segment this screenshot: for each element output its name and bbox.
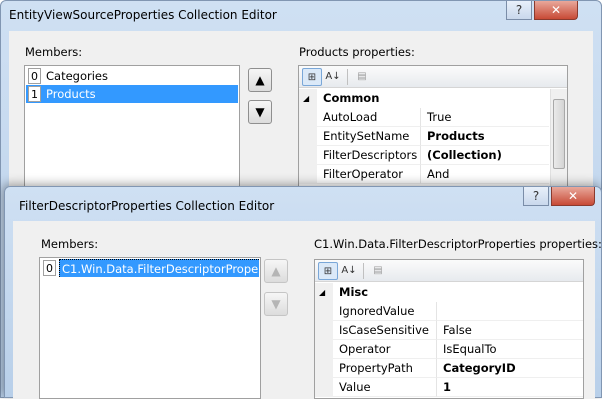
item-label: Categories <box>46 69 108 83</box>
item-index: 0 <box>28 68 41 84</box>
alphabetical-icon[interactable]: A↓ <box>339 262 359 280</box>
property-grid-toolbar: ⊞ A↓ ▤ <box>315 260 583 282</box>
members-label: Members: <box>25 45 83 59</box>
category-row[interactable]: ◢ Common <box>299 89 549 108</box>
categorized-icon[interactable]: ⊞ <box>302 68 322 86</box>
item-label: Products <box>46 87 96 101</box>
move-down-button[interactable]: ▼ <box>264 292 288 316</box>
property-name: FilterDescriptors <box>317 146 421 165</box>
list-item-selected[interactable]: 1 Products <box>26 85 238 103</box>
filter-descriptor-editor-window: FilterDescriptorProperties Collection Ed… <box>4 186 602 399</box>
alphabetical-icon[interactable]: A↓ <box>323 68 343 86</box>
property-value[interactable] <box>437 302 583 321</box>
help-button[interactable]: ? <box>506 1 532 20</box>
property-pages-icon[interactable]: ▤ <box>368 262 388 280</box>
property-row[interactable]: FilterDescriptors (Collection) <box>299 146 549 165</box>
category-label: Misc <box>339 285 369 299</box>
property-row[interactable]: AutoLoad True <box>299 108 549 127</box>
list-item[interactable]: 0 Categories <box>26 67 238 85</box>
property-row[interactable]: IsCaseSensitive False <box>315 321 583 340</box>
row-margin <box>299 127 317 146</box>
property-name: AutoLoad <box>317 108 421 127</box>
property-row[interactable]: Value 1 <box>315 378 583 397</box>
property-value[interactable]: IsEqualTo <box>437 340 583 359</box>
toolbar-separator <box>347 69 348 85</box>
property-row[interactable]: PropertyPath CategoryID <box>315 359 583 378</box>
toolbar-separator <box>363 263 364 279</box>
item-index: 1 <box>28 86 41 102</box>
members-list[interactable]: 0 C1.Win.Data.FilterDescriptorPropertie <box>39 257 261 399</box>
property-value[interactable]: (Collection) <box>421 146 549 165</box>
property-name: Value <box>333 378 437 397</box>
row-margin <box>315 321 333 340</box>
collapse-icon[interactable]: ◢ <box>303 89 309 108</box>
row-margin <box>315 340 333 359</box>
property-value[interactable]: CategoryID <box>437 359 583 378</box>
close-button[interactable]: ✕ <box>534 1 578 20</box>
row-margin <box>299 146 317 165</box>
close-button[interactable]: ✕ <box>551 187 595 206</box>
property-row[interactable]: IgnoredValue <box>315 302 583 321</box>
dialog-body: Members: 0 C1.Win.Data.FilterDescriptorP… <box>13 221 602 399</box>
property-row[interactable]: FilterOperator And <box>299 165 549 184</box>
property-grid[interactable]: ⊞ A↓ ▤ ◢ Misc IgnoredValue IsCaseSensiti… <box>314 259 584 399</box>
help-button[interactable]: ? <box>523 187 549 206</box>
property-name: FilterOperator <box>317 165 421 184</box>
property-row[interactable]: Operator IsEqualTo <box>315 340 583 359</box>
property-name: EntitySetName <box>317 127 421 146</box>
property-value[interactable]: And <box>421 165 549 184</box>
list-item-selected[interactable]: 0 C1.Win.Data.FilterDescriptorPropertie <box>41 259 259 277</box>
window-title: FilterDescriptorProperties Collection Ed… <box>19 199 275 213</box>
item-index: 0 <box>43 260 56 276</box>
property-name: IgnoredValue <box>333 302 437 321</box>
properties-label: C1.Win.Data.FilterDescriptorProperties p… <box>314 237 602 251</box>
move-up-button[interactable]: ▲ <box>248 68 272 92</box>
row-margin <box>299 108 317 127</box>
categorized-icon[interactable]: ⊞ <box>318 262 338 280</box>
property-name: PropertyPath <box>333 359 437 378</box>
collapse-icon[interactable]: ◢ <box>319 283 325 302</box>
row-margin <box>315 359 333 378</box>
property-name: IsCaseSensitive <box>333 321 437 340</box>
property-name: Operator <box>333 340 437 359</box>
property-value[interactable]: False <box>437 321 583 340</box>
move-down-button[interactable]: ▼ <box>248 100 272 124</box>
scrollbar-thumb[interactable] <box>553 99 565 169</box>
property-row[interactable]: EntitySetName Products <box>299 127 549 146</box>
members-label: Members: <box>41 237 99 251</box>
category-row[interactable]: ◢ Misc <box>315 283 583 302</box>
row-margin <box>315 378 333 397</box>
window-title: EntityViewSourceProperties Collection Ed… <box>9 8 277 22</box>
property-pages-icon[interactable]: ▤ <box>352 68 372 86</box>
members-list[interactable]: 0 Categories 1 Products <box>24 65 240 195</box>
property-grid-toolbar: ⊞ A↓ ▤ <box>299 66 567 88</box>
move-up-button[interactable]: ▲ <box>264 259 288 283</box>
item-label: C1.Win.Data.FilterDescriptorPropertie <box>59 259 259 277</box>
row-margin <box>299 165 317 184</box>
property-value[interactable]: Products <box>421 127 549 146</box>
properties-label: Products properties: <box>299 45 415 59</box>
property-value[interactable]: 1 <box>437 378 583 397</box>
row-margin <box>315 302 333 321</box>
category-label: Common <box>323 91 380 105</box>
property-value[interactable]: True <box>421 108 549 127</box>
